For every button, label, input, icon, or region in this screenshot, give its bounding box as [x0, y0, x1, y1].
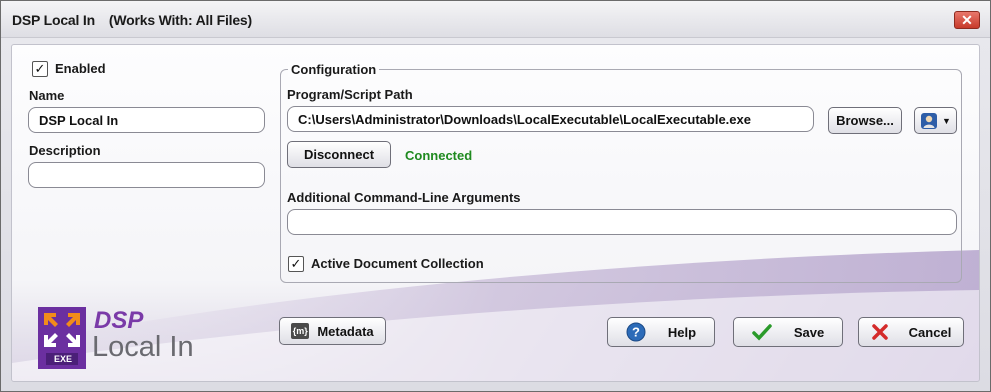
- close-button[interactable]: ✕: [954, 11, 980, 29]
- program-path-label: Program/Script Path: [287, 87, 413, 102]
- save-button[interactable]: Save: [733, 317, 843, 347]
- window-title-text: DSP Local In: [12, 12, 95, 28]
- configuration-title: Configuration: [288, 62, 380, 77]
- checkmark-icon: [752, 324, 772, 341]
- description-field[interactable]: [28, 162, 265, 188]
- x-icon: [871, 324, 888, 340]
- help-label: Help: [667, 324, 697, 340]
- help-button[interactable]: ? Help: [607, 317, 715, 347]
- description-label: Description: [29, 143, 101, 158]
- browse-button[interactable]: Browse...: [828, 107, 902, 134]
- window-subtitle: (Works With: All Files): [108, 12, 252, 28]
- disconnect-button[interactable]: Disconnect: [287, 141, 391, 168]
- user-picker-icon: [921, 112, 938, 129]
- help-icon: ?: [626, 322, 646, 342]
- cancel-label: Cancel: [908, 324, 952, 340]
- title-bar[interactable]: DSP Local In (Works With: All Files) ✕: [1, 1, 990, 38]
- enabled-label: Enabled: [55, 61, 106, 76]
- enabled-checkbox[interactable]: ✓: [32, 61, 48, 77]
- close-icon: ✕: [961, 11, 973, 28]
- cancel-button[interactable]: Cancel: [858, 317, 964, 347]
- arguments-label: Additional Command-Line Arguments: [287, 190, 521, 205]
- metadata-icon: {m}: [291, 323, 310, 339]
- active-document-collection-label: Active Document Collection: [311, 256, 484, 271]
- connection-status: Connected: [405, 148, 473, 163]
- name-label: Name: [29, 88, 65, 103]
- name-field[interactable]: DSP Local In: [28, 107, 265, 133]
- window-title: DSP Local In (Works With: All Files): [12, 12, 252, 28]
- logo-badge: EXE: [53, 354, 72, 364]
- main-panel: ✓ Enabled Name DSP Local In Description …: [11, 44, 980, 382]
- program-path-field[interactable]: C:\Users\Administrator\Downloads\LocalEx…: [287, 106, 814, 132]
- active-document-collection-checkbox[interactable]: ✓: [288, 256, 304, 272]
- dialog-window: DSP Local In (Works With: All Files) ✕ ✓ …: [0, 0, 991, 392]
- logo-subtitle: Local In: [92, 331, 194, 363]
- arguments-field[interactable]: [287, 209, 957, 235]
- metadata-button[interactable]: {m} Metadata: [279, 317, 386, 345]
- svg-text:?: ?: [632, 325, 640, 340]
- save-label: Save: [793, 324, 825, 340]
- chevron-down-icon: ▼: [942, 115, 951, 126]
- metadata-label: Metadata: [317, 323, 374, 339]
- variable-picker-button[interactable]: ▼: [914, 107, 957, 134]
